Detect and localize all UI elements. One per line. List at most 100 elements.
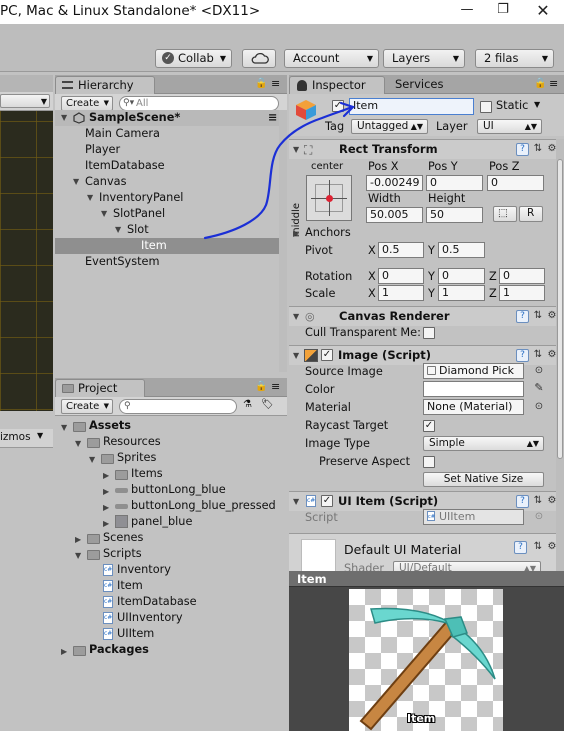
scene-row[interactable]: ▼ SampleScene* ≡ [55, 110, 287, 126]
help-icon[interactable]: ? [516, 310, 529, 323]
project-search-input[interactable]: ⚲ [119, 399, 237, 414]
expand-triangle-icon[interactable]: ▼ [75, 551, 81, 560]
scripts-folder[interactable]: Scripts [103, 546, 142, 562]
image-component-header[interactable]: ▼ ✓ Image (Script) ? ⇅ ⚙ [289, 345, 564, 365]
preview-header[interactable]: Item [289, 571, 564, 587]
pivot-x-field[interactable]: 0.5 [378, 242, 424, 258]
cloud-button[interactable] [242, 49, 276, 68]
active-checkbox[interactable]: ✓ [332, 100, 344, 112]
collapse-triangle-icon[interactable]: ▶ [75, 535, 81, 544]
scale-z-field[interactable]: 1 [499, 285, 545, 301]
uiitem-component-header[interactable]: ▼ c# ✓ UI Item (Script) ? ⇅ ⚙ [289, 491, 564, 511]
hierarchy-item[interactable]: SlotPanel [113, 206, 165, 222]
expand-triangle-icon[interactable]: ▼ [115, 225, 121, 234]
tab-services[interactable]: Services [389, 76, 459, 94]
expand-triangle-icon[interactable]: ▼ [293, 145, 299, 154]
preset-icon[interactable]: ⇅ [532, 349, 544, 361]
gizmos-dropdown[interactable]: izmos [0, 431, 31, 443]
assets-folder[interactable]: Assets [89, 418, 131, 434]
help-icon[interactable]: ? [516, 349, 529, 362]
hierarchy-item[interactable]: EventSystem [85, 254, 160, 270]
pivot-y-field[interactable]: 0.5 [438, 242, 485, 258]
preset-icon[interactable]: ⇅ [532, 310, 544, 322]
rect-transform-header[interactable]: ▼ ⛶ Rect Transform ? ⇅ ⚙ [289, 139, 564, 159]
collapse-triangle-icon[interactable]: ▶ [61, 647, 67, 656]
scene-shading-dropdown[interactable]: ▼ [0, 94, 50, 108]
anchors-label[interactable]: Anchors [305, 225, 351, 241]
hierarchy-search-input[interactable]: ⚲▾ All [119, 96, 279, 111]
menu-icon[interactable]: ≡ [271, 77, 280, 90]
sprite-item[interactable]: buttonLong_blue [131, 482, 226, 498]
image-enabled-checkbox[interactable]: ✓ [321, 349, 333, 361]
sprites-folder[interactable]: Sprites [117, 450, 156, 466]
hierarchy-item-selected[interactable]: Item [55, 238, 287, 254]
lock-icon[interactable]: 🔒 [534, 78, 546, 89]
scale-x-field[interactable]: 1 [378, 285, 424, 301]
scrollbar-thumb[interactable] [557, 159, 563, 459]
object-name-field[interactable]: Item [349, 98, 474, 115]
hierarchy-item[interactable]: InventoryPanel [99, 190, 183, 206]
tag-icon[interactable]: 🏷 [261, 399, 274, 410]
project-create-button[interactable]: Create ▼ [61, 399, 113, 414]
filter-by-type-icon[interactable]: ⚗ [243, 399, 252, 410]
scale-y-field[interactable]: 1 [438, 285, 485, 301]
expand-triangle-icon[interactable]: ▼ [73, 177, 79, 186]
hierarchy-item[interactable]: ItemDatabase [85, 158, 165, 174]
expand-triangle-icon[interactable]: ▼ [293, 312, 299, 321]
collapse-triangle-icon[interactable]: ▶ [103, 519, 109, 528]
tab-hierarchy[interactable]: Hierarchy [55, 76, 155, 94]
collapse-triangle-icon[interactable]: ▶ [103, 471, 109, 480]
menu-icon[interactable]: ≡ [271, 380, 280, 393]
tag-dropdown[interactable]: Untagged ▲▼ [351, 119, 428, 134]
help-icon[interactable]: ? [516, 143, 529, 156]
scene-viewport[interactable] [0, 111, 53, 411]
restore-button[interactable]: ❐ [485, 0, 521, 22]
expand-triangle-icon[interactable]: ▼ [61, 110, 67, 126]
tab-inspector[interactable]: Inspector [289, 76, 385, 94]
canvas-renderer-header[interactable]: ▼ ◎ Canvas Renderer ? ⇅ ⚙ [289, 306, 564, 326]
packages-folder[interactable]: Packages [89, 642, 149, 658]
help-icon[interactable]: ? [516, 495, 529, 508]
collab-button[interactable]: ✓ Collab ▼ [155, 49, 232, 68]
sprite-item[interactable]: buttonLong_blue_pressed [131, 498, 276, 514]
expand-triangle-icon[interactable]: ▼ [89, 455, 95, 464]
inspector-scrollbar[interactable] [556, 139, 564, 575]
layer-dropdown[interactable]: UI ▲▼ [477, 119, 542, 134]
set-native-size-button[interactable]: Set Native Size [423, 472, 544, 487]
chevron-down-icon[interactable]: ▼ [534, 100, 540, 109]
expand-triangle-icon[interactable]: ▼ [61, 423, 67, 432]
script-item[interactable]: UIInventory [117, 610, 183, 626]
lock-icon[interactable]: 🔒 [255, 78, 267, 89]
hierarchy-item[interactable]: Main Camera [85, 126, 160, 142]
hierarchy-create-button[interactable]: Create ▼ [61, 96, 113, 111]
script-item[interactable]: ItemDatabase [117, 594, 197, 610]
expand-triangle-icon[interactable]: ▼ [87, 193, 93, 202]
image-type-dropdown[interactable]: Simple ▲▼ [423, 436, 544, 451]
rotation-y-field[interactable]: 0 [438, 268, 485, 284]
menu-icon[interactable]: ≡ [549, 77, 558, 90]
collapse-triangle-icon[interactable]: ▶ [293, 229, 299, 238]
script-item[interactable]: UIItem [117, 626, 154, 642]
script-item[interactable]: Item [117, 578, 143, 594]
hierarchy-item[interactable]: Canvas [85, 174, 126, 190]
width-field[interactable]: 50.005 [366, 207, 423, 223]
rotation-x-field[interactable]: 0 [378, 268, 424, 284]
color-swatch[interactable] [423, 381, 524, 397]
lock-icon[interactable]: 🔒 [255, 381, 267, 392]
menu-icon[interactable]: ≡ [268, 110, 277, 126]
posy-field[interactable]: 0 [426, 175, 483, 191]
expand-triangle-icon[interactable]: ▼ [101, 209, 107, 218]
collapse-triangle-icon[interactable]: ▶ [103, 503, 109, 512]
help-icon[interactable]: ? [514, 541, 527, 554]
close-button[interactable]: ✕ [522, 0, 564, 22]
tab-project[interactable]: Project [55, 379, 145, 397]
source-image-field[interactable]: Diamond Pick [423, 363, 524, 379]
sprite-item[interactable]: panel_blue [131, 514, 192, 530]
layout-dropdown[interactable]: 2 filas ▼ [475, 49, 554, 68]
script-item[interactable]: Inventory [117, 562, 171, 578]
anchor-preset-button[interactable] [306, 175, 352, 221]
material-field[interactable]: None (Material) [423, 399, 524, 415]
eyedropper-icon[interactable]: ✎ [533, 382, 545, 394]
rotation-z-field[interactable]: 0 [499, 268, 545, 284]
raw-edit-button[interactable]: R [519, 206, 543, 222]
